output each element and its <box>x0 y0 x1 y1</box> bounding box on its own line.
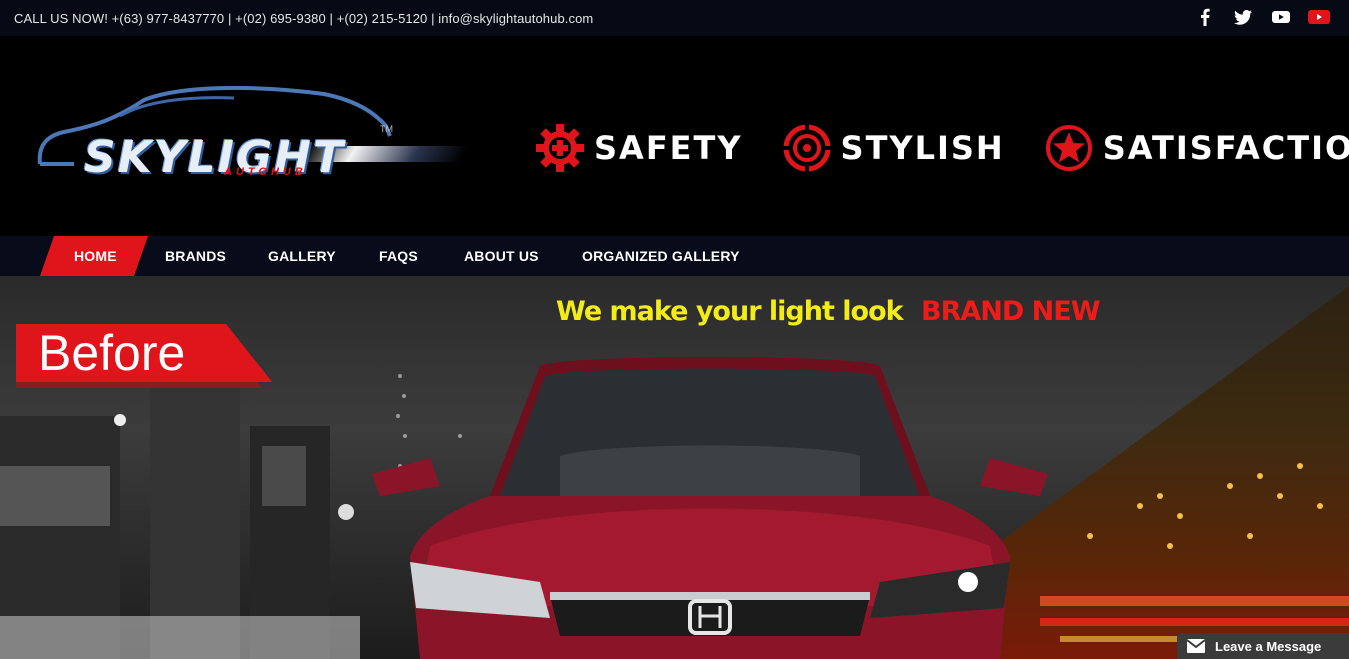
nav-item-faqs[interactable]: FAQS <box>379 236 418 276</box>
envelope-icon <box>1187 639 1205 653</box>
logo-trademark: TM <box>380 124 393 134</box>
value-satisfaction: SATISFACTION <box>1045 124 1349 172</box>
value-label: SAFETY <box>594 129 743 167</box>
logo-subtitle: AUTOHUB <box>224 166 307 178</box>
facebook-icon[interactable] <box>1193 6 1217 28</box>
top-bar: CALL US NOW! +(63) 977-8437770 | +(02) 6… <box>0 0 1349 36</box>
value-stylish: STYLISH <box>782 124 1005 172</box>
star-icon <box>1045 125 1092 171</box>
main-nav: HOME BRANDS GALLERY FAQS ABOUT US ORGANI… <box>0 236 1349 276</box>
value-label: SATISFACTION <box>1102 129 1349 167</box>
nav-item-gallery[interactable]: GALLERY <box>268 236 336 276</box>
nav-item-brands[interactable]: BRANDS <box>165 236 226 276</box>
youtube-icon[interactable] <box>1269 6 1293 28</box>
site-header: SKYLIGHT AUTOHUB TM SAFETY STYLISH SATIS… <box>0 36 1349 236</box>
nav-item-about-us[interactable]: ABOUT US <box>464 236 539 276</box>
brand-values: SAFETY STYLISH SATISFACTION <box>536 124 1349 172</box>
nav-item-organized-gallery[interactable]: ORGANIZED GALLERY <box>582 236 740 276</box>
youtube-icon[interactable] <box>1307 6 1331 28</box>
tagline-yellow: We make your light look <box>556 296 904 327</box>
before-label: Before <box>38 325 186 381</box>
hero-banner: We make your light look BRAND NEW Before… <box>0 276 1349 659</box>
leave-message-label: Leave a Message <box>1215 638 1322 654</box>
contact-info: CALL US NOW! +(63) 977-8437770 | +(02) 6… <box>14 10 594 26</box>
skylight-logo[interactable]: SKYLIGHT AUTOHUB TM <box>34 86 469 206</box>
car-image <box>372 357 1048 659</box>
twitter-icon[interactable] <box>1231 6 1255 28</box>
value-safety: SAFETY <box>536 124 743 172</box>
leave-message-button[interactable]: Leave a Message <box>1177 633 1349 659</box>
gear-plus-icon <box>536 124 584 172</box>
target-icon <box>782 124 831 172</box>
hero-tagline: We make your light look BRAND NEW <box>556 296 1100 327</box>
social-links <box>1193 6 1331 28</box>
value-label: STYLISH <box>840 129 1005 167</box>
nav-item-home[interactable]: HOME <box>74 236 117 276</box>
tagline-red: BRAND NEW <box>921 296 1100 327</box>
